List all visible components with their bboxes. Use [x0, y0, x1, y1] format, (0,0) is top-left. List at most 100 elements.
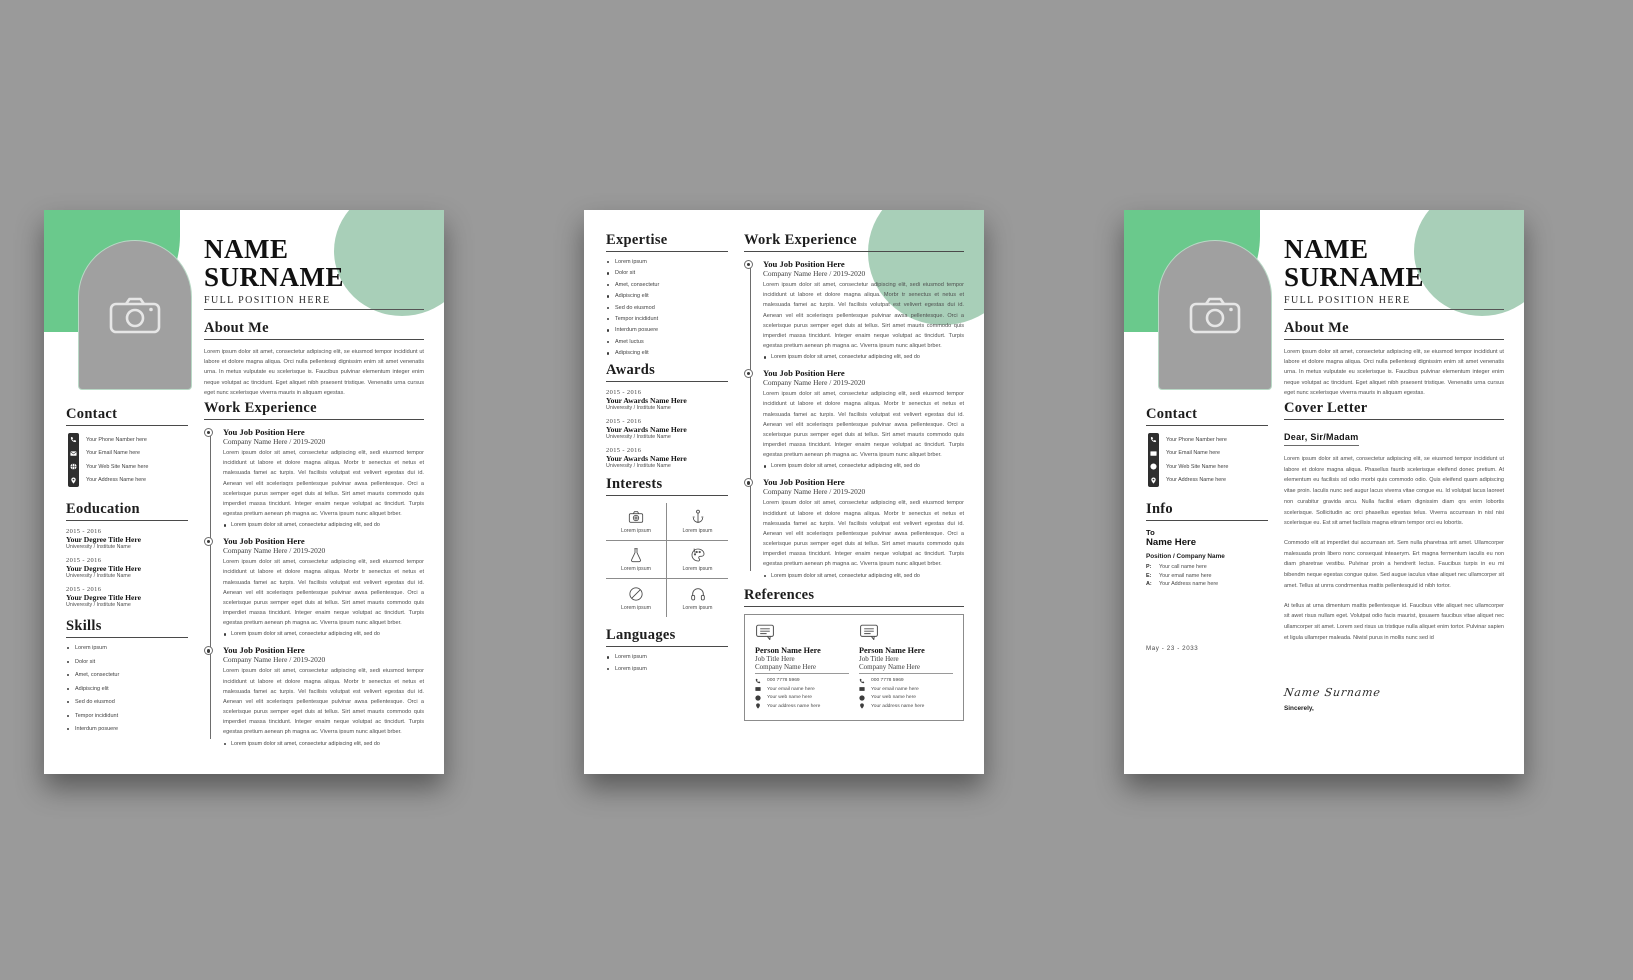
testimonial-icon	[859, 624, 879, 641]
reference-address: Your address name here	[871, 703, 925, 709]
anchor-icon	[692, 509, 703, 524]
contact-item[interactable]: Your Phone Namber here	[1150, 433, 1268, 447]
award-title: Your Awards Name Here	[606, 396, 687, 406]
contact-label: Your Web Site Name here	[1166, 463, 1229, 470]
contact-item[interactable]: Your Email Name here	[70, 447, 188, 461]
interest-item[interactable]: Lorem ipsum	[606, 579, 667, 618]
list-item: Lorem ipsum	[606, 666, 728, 672]
salutation: Dear, Sir/Madam	[1284, 432, 1359, 446]
info-row: P: Your call name here	[1146, 564, 1268, 570]
work-company: Company Name Here / 2019-2020	[223, 655, 326, 665]
education-institute: Univeresity / Institute Name	[66, 573, 131, 579]
education-title: Your Degree Title Here	[66, 593, 142, 602]
phone-icon	[755, 678, 761, 683]
timeline-dot-icon	[744, 369, 753, 379]
contact-item[interactable]: Your Email Name here	[1150, 447, 1268, 461]
sincerely-label: Sincerely,	[1284, 704, 1314, 712]
reference-name: Person Name Here	[859, 645, 925, 655]
work-paragraph: Lorem ipsum dolor sit amet, consectetur …	[763, 500, 964, 568]
info-key: A:	[1146, 581, 1152, 587]
photo-placeholder	[78, 240, 192, 390]
page-title: NAME SURNAME	[204, 235, 424, 292]
award-item: 2015 - 2016 Your Awards Name Here Univer…	[606, 389, 728, 411]
reference-contact-line[interactable]: Your address name here	[859, 703, 953, 709]
camera-icon	[628, 511, 644, 523]
interest-item[interactable]: Lorem ipsum	[606, 503, 667, 542]
info-row: A: Your Address name here	[1146, 581, 1268, 587]
mockup-stage: NAME SURNAME FULL POSITION HERE About Me…	[0, 0, 1633, 980]
interest-item[interactable]: Lorem ipsum	[667, 541, 728, 580]
contact-item[interactable]: Your Web Site Name here	[70, 460, 188, 474]
contact-item[interactable]: Your Web Site Name here	[1150, 460, 1268, 474]
contact-list: Your Phone Namber here Your Email Name h…	[1146, 433, 1268, 487]
cover-letter-paragraph-2: Commodo elit at imperdiet dui accumsan s…	[1284, 540, 1504, 589]
work-heading: Work Experience	[204, 400, 424, 420]
interest-item[interactable]: Lorem ipsum	[606, 541, 667, 580]
work-company: Company Name Here / 2019-2020	[223, 437, 326, 446]
work-company: Company Name Here / 2019-2020	[763, 487, 866, 497]
info-value: Your email name here	[1159, 572, 1212, 579]
phone-icon	[69, 436, 78, 445]
education-item: 2015 - 2016 Your Degree Title Here Unive…	[66, 586, 188, 608]
email-icon	[69, 449, 78, 458]
globe-icon	[1149, 463, 1158, 472]
reference-contact-line[interactable]: Your email name here	[755, 686, 849, 692]
photo-placeholder	[1158, 240, 1272, 390]
work-bullet: Lorem ipsum dolor sit amet, consectetur …	[223, 631, 424, 637]
reference-contact-line[interactable]: 000 7778 5969	[755, 678, 849, 684]
about-text: Lorem ipsum dolor sit amet, consectetur …	[1284, 349, 1504, 396]
info-value: Your Address name here	[1159, 581, 1219, 587]
reference-contact-line[interactable]: Your email name here	[859, 686, 953, 692]
contact-item[interactable]: Your Phone Namber here	[70, 433, 188, 447]
award-institute: Univeresity / Institute Name	[606, 434, 671, 441]
location-icon	[860, 703, 864, 709]
contact-item[interactable]: Your Address Name here	[1151, 474, 1268, 488]
reference-contact-line[interactable]: Your web name here	[859, 694, 953, 701]
resume-page-2: Expertise Lorem ipsum Dolor sit Amet, co…	[584, 210, 984, 774]
languages-list: Lorem ipsum Lorem ipsum	[606, 654, 728, 672]
globe-icon	[69, 463, 78, 472]
reference-company: Company Name Here	[859, 663, 953, 674]
education-title: Your Degree Title Here	[66, 564, 142, 573]
about-text: Lorem ipsum dolor sit amet, consectetur …	[204, 349, 424, 396]
last-name: SURNAME	[204, 261, 345, 292]
work-timeline: You Job Position Here Company Name Here …	[744, 259, 964, 579]
reference-card: Person Name Here Job Title Here Company …	[859, 624, 953, 710]
contact-label: Your Web Site Name here	[86, 463, 149, 470]
education-title: Your Degree Title Here	[66, 535, 142, 544]
letter-date: May - 23 - 2033	[1146, 645, 1199, 652]
work-timeline: You Job Position Here Company Name Here …	[204, 427, 424, 747]
list-item: Adipiscing elit	[66, 686, 188, 692]
skills-list: Lorem ipsum Dolor sit Amet, consectetur …	[66, 645, 188, 732]
cover-letter-heading: Cover Letter	[1284, 400, 1504, 420]
reference-contact-line[interactable]: Your address name here	[755, 703, 849, 709]
phone-icon	[1149, 436, 1158, 445]
work-paragraph: Lorem ipsum dolor sit amet, consectetur …	[763, 391, 964, 459]
camera-icon	[109, 297, 161, 334]
contact-item[interactable]: Your Address Name here	[71, 474, 188, 488]
interest-item[interactable]: Lorem ipsum	[667, 503, 728, 542]
list-item: Dolor sit	[606, 270, 728, 276]
headphones-icon	[690, 587, 705, 601]
reference-phone: 000 7778 5969	[767, 678, 800, 684]
work-paragraph: Lorem ipsum dolor sit amet, consectetur …	[763, 282, 964, 350]
reference-phone: 000 7778 5969	[871, 678, 904, 684]
palette-icon	[691, 548, 704, 562]
work-bullet: Lorem ipsum dolor sit amet, consectetur …	[763, 354, 964, 360]
work-job-title: You Job Position Here	[223, 645, 305, 656]
info-to-label: To	[1146, 528, 1155, 537]
interest-item[interactable]: Lorem ipsum	[667, 579, 728, 617]
list-item: Adipiscing elit	[606, 350, 728, 356]
cover-letter-paragraph-1: Lorem ipsum dolor sit amet, consectetur …	[1284, 456, 1504, 527]
list-item: Lorem ipsum	[606, 654, 728, 660]
job-role: FULL POSITION HERE	[204, 295, 424, 311]
reference-contact-line[interactable]: 000 7778 5969	[859, 678, 953, 684]
work-bullet: Lorem ipsum dolor sit amet, consectetur …	[763, 463, 964, 469]
reference-contact-line[interactable]: Your web name here	[755, 694, 849, 701]
contact-label: Your Phone Namber here	[86, 436, 147, 443]
info-row: E: Your email name here	[1146, 573, 1268, 579]
list-item: Lorem ipsum	[66, 645, 188, 651]
job-role: FULL POSITION HERE	[1284, 295, 1504, 311]
list-item: Sed do eiusmod	[66, 699, 188, 705]
list-item: Adipiscing elit	[606, 293, 728, 299]
